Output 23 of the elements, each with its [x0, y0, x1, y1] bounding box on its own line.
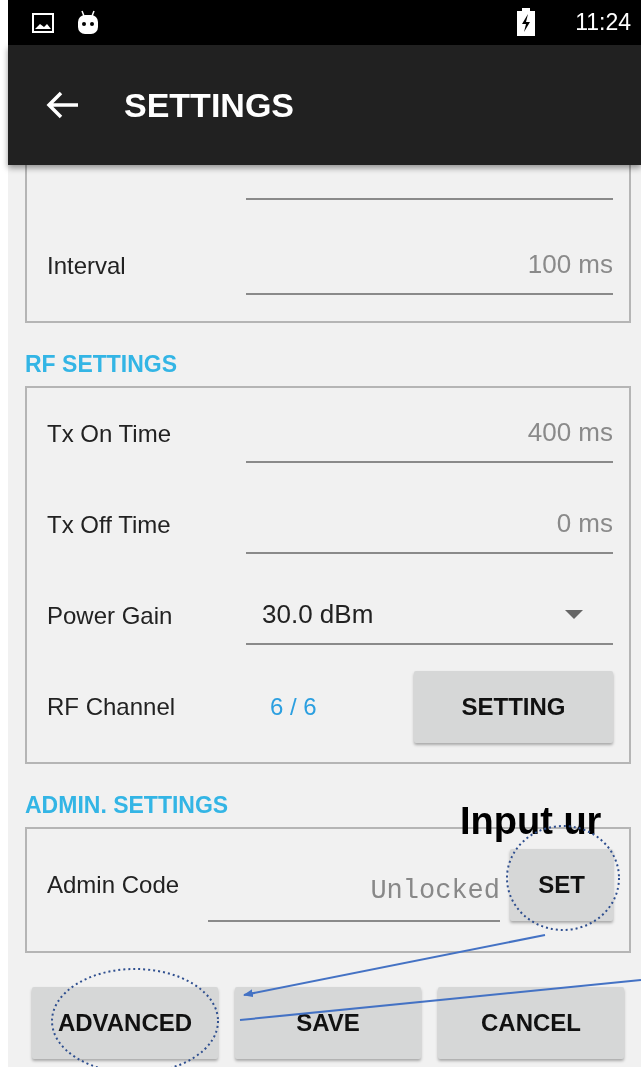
section-title: RF SETTINGS — [25, 350, 178, 379]
setting-button[interactable]: SETTING — [414, 670, 613, 743]
field-label: Admin Code — [47, 871, 181, 899]
screen-title: SETTINGS — [124, 85, 295, 125]
field-label: Tx On Time — [47, 419, 173, 448]
field-label: Tx Off Time — [47, 510, 172, 539]
action-button[interactable]: SAVE — [235, 987, 421, 1059]
action-button[interactable]: CANCEL — [438, 987, 624, 1059]
dropdown[interactable]: 30.0 dBm — [246, 586, 613, 645]
channel-count: 6 / 6 — [269, 692, 318, 721]
section-title: ADMIN. SETTINGS — [25, 791, 229, 820]
clock-time: 11:24 — [575, 9, 631, 36]
action-button[interactable]: ADVANCED — [32, 987, 218, 1059]
battery-charging-icon — [517, 8, 535, 36]
image-icon — [32, 12, 54, 33]
dropdown-caret-icon — [565, 609, 583, 620]
set-button[interactable]: SET — [510, 849, 613, 921]
callout-text: Input ur — [460, 800, 602, 843]
robot-icon — [76, 9, 100, 36]
back-arrow-icon[interactable] — [46, 91, 80, 119]
field-label: Interval — [47, 251, 127, 280]
field-label: Power Gain — [47, 601, 174, 630]
field-label: RF Channel — [47, 692, 177, 721]
